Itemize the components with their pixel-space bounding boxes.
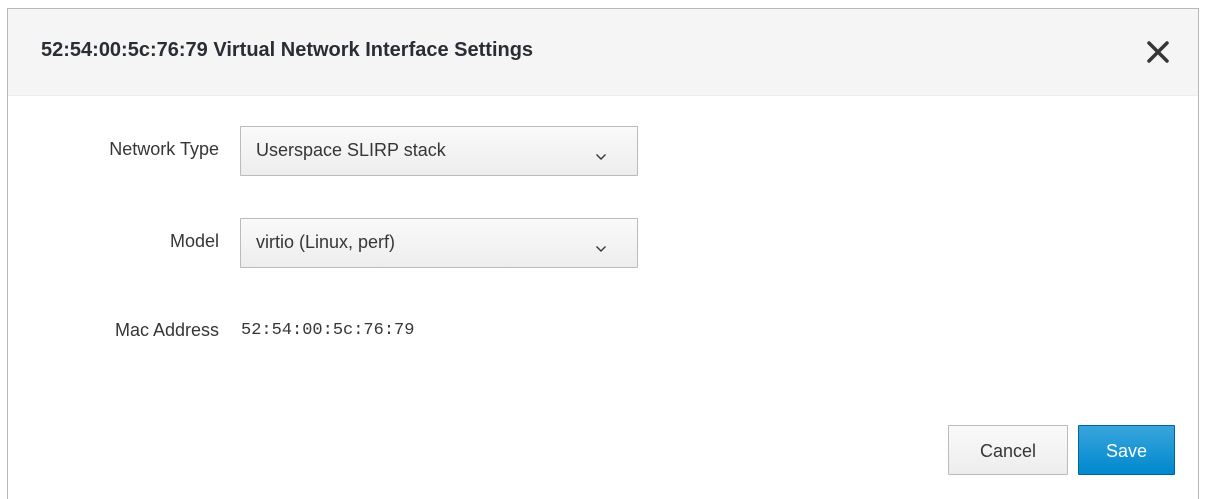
page: 52:54:00:5c:76:79 Virtual Network Interf… — [0, 0, 1208, 499]
network-type-label: Network Type — [109, 139, 219, 159]
close-icon — [1143, 37, 1173, 67]
chevron-down-icon — [595, 148, 607, 166]
chevron-down-icon — [595, 240, 607, 258]
network-interface-dialog: 52:54:00:5c:76:79 Virtual Network Interf… — [7, 8, 1199, 499]
dialog-header: 52:54:00:5c:76:79 Virtual Network Interf… — [8, 9, 1198, 96]
cancel-button[interactable]: Cancel — [948, 425, 1068, 475]
model-selected-value: virtio (Linux, perf) — [256, 232, 396, 252]
mac-address-label: Mac Address — [114, 320, 219, 340]
close-button[interactable] — [1143, 37, 1173, 67]
network-type-select[interactable]: Userspace SLIRP stack — [240, 126, 638, 176]
save-button[interactable]: Save — [1078, 425, 1175, 475]
model-select[interactable]: virtio (Linux, perf) — [240, 218, 638, 268]
model-label: Model — [169, 231, 219, 251]
dialog-title: 52:54:00:5c:76:79 Virtual Network Interf… — [41, 39, 534, 61]
network-type-selected-value: Userspace SLIRP stack — [256, 140, 446, 160]
mac-address-value: 52:54:00:5c:76:79 — [241, 321, 415, 340]
